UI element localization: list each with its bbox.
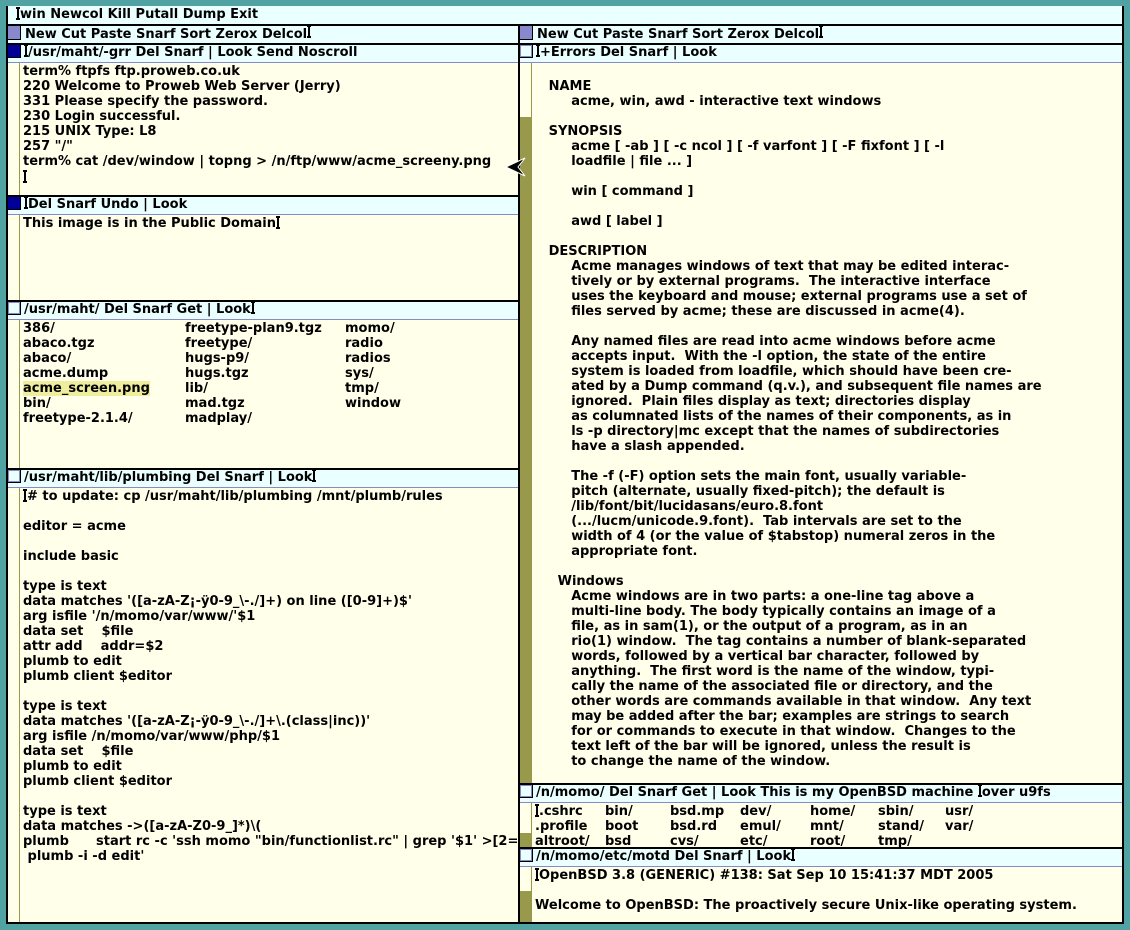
window-momo-dir-tag[interactable]: /n/momo/ Del Snarf Get | Look This is my… xyxy=(520,785,1122,803)
window-layout-box-icon[interactable] xyxy=(8,45,20,57)
window-errors-tag[interactable]: +Errors Del Snarf | Look xyxy=(520,45,1122,63)
dir-column-2[interactable]: freetype-plan9.tgz freetype/ hugs-p9/ hu… xyxy=(185,321,345,468)
mouse-cursor-icon xyxy=(505,156,527,178)
dir-column-3[interactable]: momo/ radio radios sys/ tmp/ window xyxy=(345,321,401,468)
man-page-text[interactable]: NAME acme, win, awd - interactive text w… xyxy=(535,64,1122,769)
terminal-output[interactable]: term% ftpfs ftp.proweb.co.uk 220 Welcome… xyxy=(23,64,518,169)
window-errors-tag-text[interactable]: +Errors Del Snarf | Look xyxy=(540,45,717,62)
left-column-tag-bar[interactable]: New Cut Paste Snarf Sort Zerox Delcol xyxy=(8,26,518,45)
window-note-body[interactable]: This image is in the Public Domain xyxy=(20,215,518,300)
dir-entries[interactable]: bin/ freetype-2.1.4/ xyxy=(23,396,185,426)
dir-entries[interactable]: .cshrc .profile altroot/ xyxy=(535,804,590,847)
window-errors-body[interactable]: NAME acme, win, awd - interactive text w… xyxy=(532,63,1122,783)
right-column-tag-text[interactable]: New Cut Paste Snarf Sort Zerox Delcol xyxy=(537,26,819,43)
text-caret xyxy=(17,8,19,19)
acme-screen: win Newcol Kill Putall Dump Exit New Cut… xyxy=(0,0,1130,930)
column-layout-box-icon[interactable] xyxy=(8,26,21,40)
scrollbar[interactable] xyxy=(520,867,532,922)
dir-column-6[interactable]: sbin/ stand/ tmp/ xyxy=(878,804,945,847)
window-plumbing-tag-text[interactable]: /usr/maht/lib/plumbing Del Snarf | Look xyxy=(24,470,312,487)
text-caret xyxy=(536,805,538,816)
window-momo-dir-body[interactable]: .cshrc .profile altroot/ bin/ boot bsd b… xyxy=(532,803,1122,847)
window-layout-box-icon[interactable] xyxy=(520,45,532,57)
selected-file[interactable]: acme_screen.png xyxy=(23,381,150,396)
window-motd-body[interactable]: OpenBSD 3.8 (GENERIC) #138: Sat Sep 10 1… xyxy=(532,867,1122,922)
scrollbar[interactable] xyxy=(8,488,20,922)
plumbing-rules-text[interactable]: # to update: cp /usr/maht/lib/plumbing /… xyxy=(23,489,518,864)
text-caret xyxy=(252,302,254,313)
right-column-tag-bar[interactable]: New Cut Paste Snarf Sort Zerox Delcol xyxy=(520,26,1122,45)
scrollbar-thumb[interactable] xyxy=(520,63,531,117)
window-plumbing-tag[interactable]: /usr/maht/lib/plumbing Del Snarf | Look xyxy=(8,470,518,488)
scrollbar-thumb[interactable] xyxy=(520,867,531,891)
dir-column-3[interactable]: bsd.mp bsd.rd cvs/ xyxy=(670,804,740,847)
text-caret xyxy=(24,171,26,182)
scrollbar[interactable] xyxy=(520,803,532,847)
text-caret xyxy=(979,785,981,796)
left-column: New Cut Paste Snarf Sort Zerox Delcol /u… xyxy=(8,26,518,922)
scrollbar[interactable] xyxy=(8,63,20,195)
text-caret xyxy=(24,490,26,501)
scrollbar[interactable] xyxy=(8,215,20,300)
window-terminal-tag[interactable]: /usr/maht/-grr Del Snarf | Look Send Nos… xyxy=(8,45,518,63)
window-layout-box-icon[interactable] xyxy=(520,849,532,861)
dir-column-1[interactable]: 386/ abaco.tgz abaco/ acme.dumpacme_scre… xyxy=(23,321,185,468)
window-momo-dir-tag-text-after[interactable]: over u9fs xyxy=(982,785,1051,802)
window-motd: /n/momo/etc/motd Del Snarf | Look OpenBS… xyxy=(520,849,1122,922)
window-momo-dir-tag-text[interactable]: /n/momo/ Del Snarf Get | Look This is my… xyxy=(536,785,978,802)
text-caret xyxy=(820,26,822,37)
dir-column-5[interactable]: home/ mnt/ root/ xyxy=(810,804,878,847)
acme-frame: win Newcol Kill Putall Dump Exit New Cut… xyxy=(6,6,1124,924)
window-home-dir-tag-text[interactable]: /usr/maht/ Del Snarf Get | Look xyxy=(24,302,251,319)
text-caret xyxy=(25,197,27,208)
left-column-tag-text[interactable]: New Cut Paste Snarf Sort Zerox Delcol xyxy=(25,26,307,43)
window-terminal-body[interactable]: term% ftpfs ftp.proweb.co.uk 220 Welcome… xyxy=(20,63,518,195)
right-column: New Cut Paste Snarf Sort Zerox Delcol +E… xyxy=(520,26,1122,922)
note-text[interactable]: This image is in the Public Domain xyxy=(23,216,276,231)
dir-column-2[interactable]: bin/ boot bsd xyxy=(605,804,670,847)
column-layout-box-icon[interactable] xyxy=(520,26,533,40)
text-caret xyxy=(537,45,539,56)
text-caret xyxy=(25,45,27,56)
dir-column-4[interactable]: dev/ emul/ etc/ xyxy=(740,804,810,847)
dir-column-7[interactable]: usr/ var/ xyxy=(945,804,973,847)
window-layout-box-icon[interactable] xyxy=(8,470,20,482)
text-caret xyxy=(308,26,310,37)
window-terminal-tag-text[interactable]: /usr/maht/-grr Del Snarf | Look Send Nos… xyxy=(28,45,357,62)
window-layout-box-icon[interactable] xyxy=(8,302,20,314)
text-caret xyxy=(277,217,279,228)
motd-text[interactable]: OpenBSD 3.8 (GENERIC) #138: Sat Sep 10 1… xyxy=(535,868,1077,913)
window-note-tag-text[interactable]: Del Snarf Undo | Look xyxy=(28,197,187,214)
window-momo-dir: /n/momo/ Del Snarf Get | Look This is my… xyxy=(520,785,1122,849)
window-layout-box-icon[interactable] xyxy=(520,785,532,797)
window-motd-tag-text[interactable]: /n/momo/etc/motd Del Snarf | Look xyxy=(536,849,791,866)
dir-column-1[interactable]: .cshrc .profile altroot/ xyxy=(535,804,605,847)
window-home-dir-body[interactable]: 386/ abaco.tgz abaco/ acme.dumpacme_scre… xyxy=(20,320,518,468)
dir-entries[interactable]: 386/ abaco.tgz abaco/ acme.dump xyxy=(23,321,185,381)
scrollbar-thumb[interactable] xyxy=(520,803,531,833)
window-note: Del Snarf Undo | Look This image is in t… xyxy=(8,197,518,302)
window-home-dir: /usr/maht/ Del Snarf Get | Look 386/ aba… xyxy=(8,302,518,470)
main-tag-text[interactable]: win Newcol Kill Putall Dump Exit xyxy=(20,7,258,22)
window-home-dir-tag[interactable]: /usr/maht/ Del Snarf Get | Look xyxy=(8,302,518,320)
text-caret xyxy=(313,470,315,481)
text-caret xyxy=(536,869,538,880)
text-caret xyxy=(792,849,794,860)
window-terminal: /usr/maht/-grr Del Snarf | Look Send Nos… xyxy=(8,45,518,197)
window-layout-box-icon[interactable] xyxy=(8,197,20,209)
main-tag-bar[interactable]: win Newcol Kill Putall Dump Exit xyxy=(8,6,1122,26)
window-motd-tag[interactable]: /n/momo/etc/motd Del Snarf | Look xyxy=(520,849,1122,867)
window-errors: +Errors Del Snarf | Look NAME acme, win,… xyxy=(520,45,1122,785)
window-plumbing-body[interactable]: # to update: cp /usr/maht/lib/plumbing /… xyxy=(20,488,518,922)
window-plumbing: /usr/maht/lib/plumbing Del Snarf | Look … xyxy=(8,470,518,922)
scrollbar[interactable] xyxy=(8,320,20,468)
window-note-tag[interactable]: Del Snarf Undo | Look xyxy=(8,197,518,215)
